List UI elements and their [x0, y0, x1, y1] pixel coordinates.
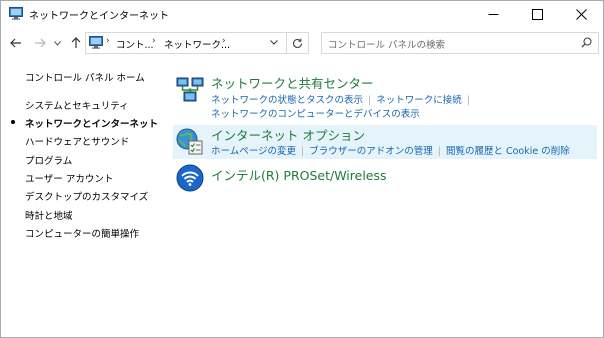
close-button[interactable]	[559, 1, 603, 27]
sidebar-item-ease-of-access[interactable]: コンピューターの簡単操作	[25, 226, 139, 240]
internet-options-link[interactable]: インターネット オプション	[211, 125, 365, 144]
chevron-down-icon	[53, 40, 61, 46]
arrow-up-icon	[71, 37, 81, 48]
search-box[interactable]: コントロール パネルの検索	[321, 32, 599, 54]
maximize-button[interactable]	[515, 1, 559, 27]
navigation-bar: › コント... › ネットワーク... › コントロール パネルの検索	[1, 29, 603, 57]
link-separator: |	[301, 146, 305, 157]
link-separator: |	[368, 95, 372, 106]
network-sharing-links-row2: ネットワークのコンピューターとデバイスの表示	[211, 106, 420, 120]
maximize-icon	[531, 8, 543, 20]
view-network-computers-link[interactable]: ネットワークのコンピューターとデバイスの表示	[211, 109, 420, 120]
minimize-icon	[488, 13, 498, 15]
sidebar-item-appearance[interactable]: デスクトップのカスタマイズ	[25, 189, 148, 203]
address-dropdown-button[interactable]	[267, 33, 281, 51]
link-separator: |	[466, 95, 470, 106]
category-internet-options: インターネット オプション ホームページの変更 | ブラウザーのアドオンの管理 | 閲覧…	[173, 125, 597, 159]
connect-to-network-link[interactable]: ネットワークに接続	[376, 95, 462, 106]
link-separator: |	[437, 146, 441, 157]
delete-history-link[interactable]: 閲覧の履歴と Cookie の削除	[446, 146, 570, 157]
forward-button[interactable]	[31, 33, 49, 53]
refresh-button[interactable]	[286, 32, 309, 54]
recent-locations-button[interactable]	[51, 33, 63, 53]
sidebar-item-network-internet[interactable]: ネットワークとインターネット	[25, 116, 158, 130]
sidebar-item-system-security[interactable]: システムとセキュリティ	[25, 98, 129, 112]
manage-addons-link[interactable]: ブラウザーのアドオンの管理	[309, 146, 433, 157]
chevron-down-icon	[270, 39, 278, 45]
sidebar-item-user-accounts[interactable]: ユーザー アカウント	[25, 171, 113, 185]
network-sharing-icon	[176, 77, 204, 102]
view-network-status-link[interactable]: ネットワークの状態とタスクの表示	[211, 95, 363, 106]
network-sharing-center-link[interactable]: ネットワークと共有センター	[211, 73, 374, 92]
title-bar: ネットワークとインターネット	[1, 1, 603, 27]
sidebar-item-clock-region[interactable]: 時計と地域	[25, 208, 73, 222]
control-panel-window: ネットワークとインターネット › コント... › ネットワーク... › コン…	[0, 0, 604, 338]
close-icon	[575, 8, 587, 20]
search-placeholder: コントロール パネルの検索	[328, 40, 446, 51]
breadcrumb-separator-icon[interactable]: ›	[106, 36, 110, 46]
category-intel-wireless: インテル(R) PROSet/Wireless	[173, 163, 597, 193]
refresh-icon	[292, 38, 302, 48]
window-title: ネットワークとインターネット	[29, 11, 169, 22]
internet-options-links-row: ホームページの変更 | ブラウザーのアドオンの管理 | 閲覧の履歴と Cookie の削…	[211, 143, 570, 157]
breadcrumb-control-panel[interactable]: コント...	[116, 37, 154, 51]
sidebar-item-hardware-sound[interactable]: ハードウェアとサウンド	[25, 134, 129, 148]
arrow-right-icon	[35, 38, 46, 48]
up-button[interactable]	[67, 33, 85, 53]
back-button[interactable]	[7, 33, 25, 53]
address-bar[interactable]: › コント... › ネットワーク... ›	[85, 32, 287, 54]
sidebar-item-programs[interactable]: プログラム	[25, 153, 72, 167]
control-panel-icon	[89, 36, 103, 49]
network-sharing-links-row1: ネットワークの状態とタスクの表示 | ネットワークに接続 |	[211, 92, 475, 106]
arrow-left-icon	[10, 38, 21, 48]
control-panel-icon	[9, 7, 23, 20]
change-homepage-link[interactable]: ホームページの変更	[211, 146, 296, 157]
current-category-bullet	[11, 120, 15, 124]
breadcrumb-network-internet[interactable]: ネットワーク...	[164, 37, 230, 51]
minimize-button[interactable]	[471, 1, 515, 27]
category-network-sharing: ネットワークと共有センター ネットワークの状態とタスクの表示 | ネットワークに接続…	[173, 73, 597, 120]
breadcrumb-separator-icon[interactable]: ›	[152, 36, 156, 46]
control-panel-home-link[interactable]: コントロール パネル ホーム	[25, 70, 145, 84]
internet-options-icon	[176, 128, 203, 155]
wireless-icon	[176, 164, 204, 192]
breadcrumb-separator-icon[interactable]: ›	[222, 36, 226, 46]
search-icon[interactable]	[581, 37, 592, 48]
intel-proset-wireless-link[interactable]: インテル(R) PROSet/Wireless	[211, 165, 387, 184]
